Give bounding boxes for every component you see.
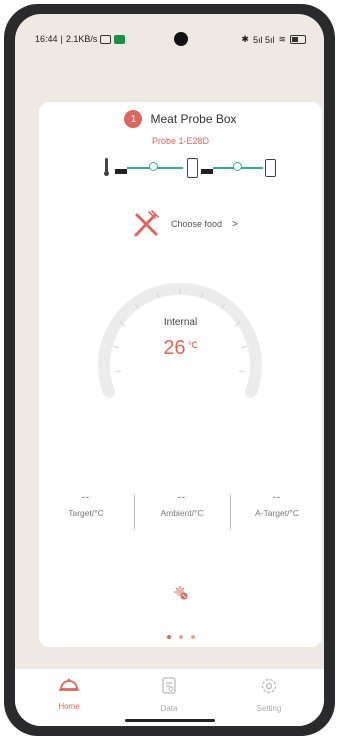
tab-label: Data	[160, 704, 178, 713]
stat-label: A-Target/°C	[254, 508, 300, 518]
internal-temperature: 26 ℃	[39, 337, 322, 360]
choose-food-label: Choose food	[171, 219, 223, 229]
page-dot[interactable]	[190, 635, 195, 639]
wifi-icon: ≋	[278, 34, 286, 44]
data-icon	[162, 677, 176, 694]
device-number-badge: 1	[124, 110, 143, 128]
connection-dot	[233, 162, 242, 171]
target-stat[interactable]: -- Target/°C	[39, 492, 133, 518]
gear-icon	[261, 678, 277, 694]
stat-value: --	[178, 492, 186, 502]
status-left: 16:44 | 2.1KB/s	[35, 34, 126, 44]
probe-battery-icon	[115, 169, 127, 174]
chevron-right-icon: >	[232, 218, 238, 230]
network-speed: 2.1KB/s	[65, 34, 98, 44]
box-battery-icon	[201, 169, 213, 174]
phone-icon	[265, 159, 276, 177]
signal-icon: 5ıl 5ıl	[252, 34, 275, 45]
tab-label: Home	[58, 702, 80, 711]
stat-label: Target/°C	[68, 508, 104, 518]
probe-card: 1 Meat Probe Box Probe 1-E28D Choose foo…	[39, 102, 322, 647]
a-target-stat[interactable]: -- A-Target/°C	[230, 492, 324, 518]
tab-label: Setting	[256, 704, 282, 713]
tab-setting[interactable]: Setting	[229, 677, 309, 713]
app-notification-icon	[114, 34, 126, 44]
temperature-unit: ℃	[187, 340, 198, 350]
connection-dot	[149, 162, 158, 171]
tab-home[interactable]: Home	[29, 677, 109, 711]
probe-id: Probe 1-E28D	[151, 136, 210, 146]
connection-status	[104, 157, 276, 179]
tab-data[interactable]: Data	[129, 677, 209, 713]
battery-icon	[290, 35, 306, 44]
alarm-icon	[100, 34, 112, 44]
fork-knife-icon	[134, 210, 159, 237]
page-dot[interactable]	[178, 635, 183, 639]
ambient-stat: -- Ambient/°C	[135, 492, 229, 518]
thermometer-probe-icon	[104, 158, 109, 176]
alarm-off-icon[interactable]	[174, 586, 188, 600]
status-bar: 16:44 | 2.1KB/s ✱ 5ıl 5ıl ≋	[15, 14, 324, 50]
status-right: ✱ 5ıl 5ıl ≋	[241, 34, 306, 45]
page-indicator	[39, 635, 322, 639]
choose-food-button[interactable]: Choose food >	[131, 209, 238, 239]
temperature-value: 26	[163, 337, 186, 359]
device-title: Meat Probe Box	[150, 112, 237, 126]
stat-value: --	[273, 492, 281, 502]
box-icon	[187, 158, 198, 178]
stat-label: Ambient/°C	[160, 508, 204, 518]
gauge-label: Internal	[163, 317, 198, 328]
front-camera	[174, 32, 188, 46]
status-time: 16:44	[35, 34, 58, 44]
temperature-stats: -- Target/°C -- Ambient/°C -- A-Target/°…	[39, 492, 322, 532]
page-dot[interactable]	[166, 635, 171, 639]
bottom-tab-bar: Home Data Setting	[15, 669, 324, 726]
home-indicator[interactable]	[125, 719, 215, 722]
bluetooth-icon: ✱	[241, 34, 249, 44]
app-screen: 16:44 | 2.1KB/s ✱ 5ıl 5ıl ≋ 1 Meat Probe…	[15, 14, 324, 726]
stat-value: --	[82, 492, 90, 502]
bbq-cover-icon	[59, 678, 79, 691]
device-header: 1 Meat Probe Box	[39, 110, 322, 128]
phone-frame: 16:44 | 2.1KB/s ✱ 5ıl 5ıl ≋ 1 Meat Probe…	[4, 4, 335, 736]
